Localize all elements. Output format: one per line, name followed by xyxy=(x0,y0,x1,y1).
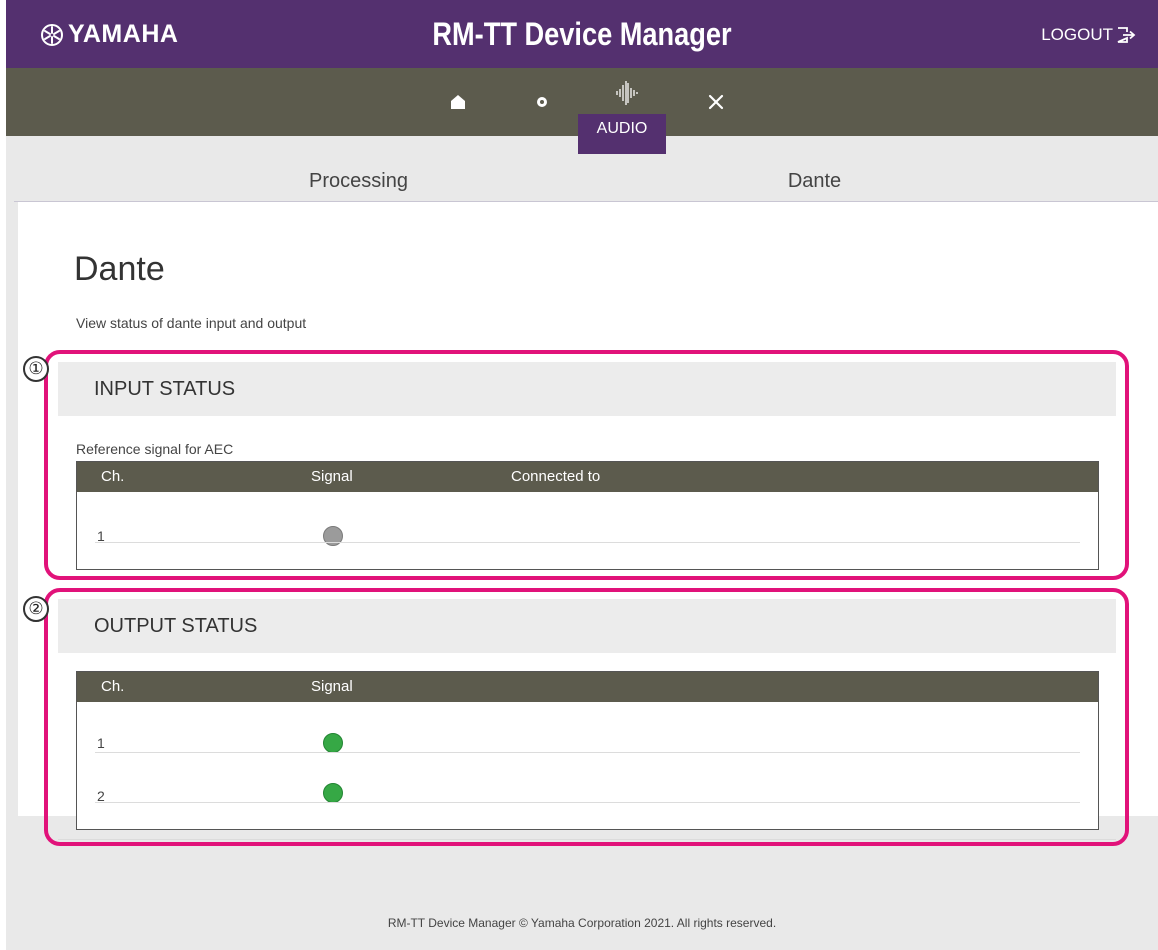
logout-icon xyxy=(1117,27,1136,43)
nav-tools[interactable] xyxy=(694,68,738,136)
footer-copyright: RM-TT Device Manager © Yamaha Corporatio… xyxy=(387,916,777,930)
logout-label: LOGOUT xyxy=(1041,25,1113,44)
callout-number-1: ① xyxy=(23,356,49,382)
callout-number-2: ② xyxy=(23,596,49,622)
tab-processing[interactable]: Processing xyxy=(131,154,586,202)
page-description: View status of dante input and output xyxy=(76,315,307,331)
gear-icon xyxy=(537,97,547,107)
callout-box-output xyxy=(44,588,1129,846)
top-header: YAMAHA RM-TT Device Manager LOGOUT xyxy=(6,0,1158,68)
nav-settings[interactable] xyxy=(520,68,564,136)
tab-dante[interactable]: Dante xyxy=(587,154,1042,205)
tools-icon xyxy=(708,94,724,110)
callout-box-input xyxy=(44,350,1129,580)
page-title: Dante xyxy=(74,250,165,288)
audio-waveform-icon xyxy=(616,81,638,105)
home-icon xyxy=(451,95,465,109)
tuning-fork-logo-icon xyxy=(41,23,63,46)
sub-tabs: Processing Dante xyxy=(6,154,1158,205)
nav-home[interactable] xyxy=(436,68,480,136)
logout-button[interactable]: LOGOUT xyxy=(1041,25,1136,45)
app-title: RM-TT Device Manager xyxy=(432,16,732,52)
active-nav-label: AUDIO xyxy=(578,114,666,154)
